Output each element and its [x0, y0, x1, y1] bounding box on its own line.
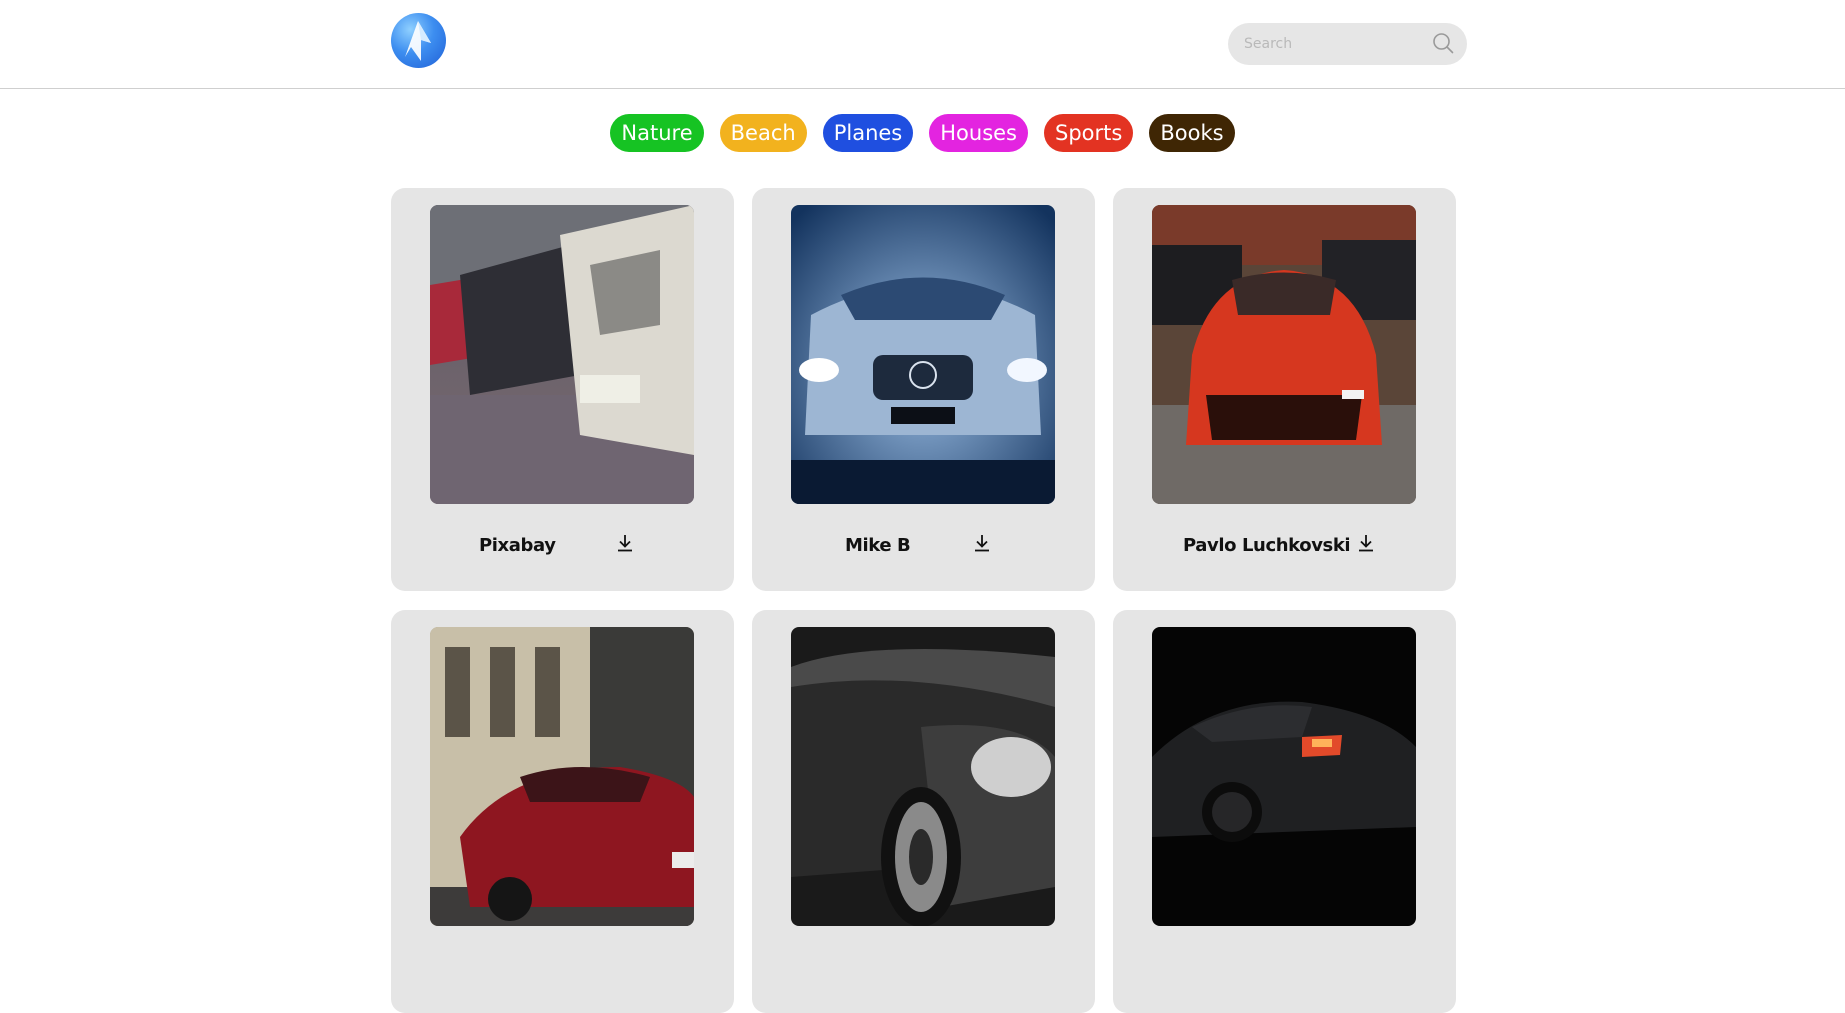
photo-image[interactable]	[430, 205, 694, 504]
photo-card: Pixabay	[391, 188, 734, 591]
category-nature[interactable]: Nature	[610, 114, 704, 152]
logo-icon[interactable]	[391, 13, 446, 68]
category-filter: Nature Beach Planes Houses Sports Books	[0, 114, 1845, 152]
download-icon[interactable]	[971, 532, 993, 554]
category-label: Sports	[1055, 121, 1123, 145]
photo-grid: Pixabay Mike B Pavlo Luchkovski	[391, 188, 1456, 1013]
photo-image[interactable]	[791, 205, 1055, 504]
download-icon[interactable]	[1355, 532, 1377, 554]
photo-image[interactable]	[791, 627, 1055, 926]
photo-card	[1113, 610, 1456, 1013]
category-sports[interactable]: Sports	[1044, 114, 1134, 152]
photo-card: Pavlo Luchkovski	[1113, 188, 1456, 591]
category-planes[interactable]: Planes	[822, 114, 914, 152]
top-bar	[0, 0, 1845, 89]
category-label: Planes	[833, 121, 903, 145]
download-icon[interactable]	[614, 532, 636, 554]
photo-author: Pixabay	[479, 535, 556, 556]
category-label: Nature	[621, 121, 693, 145]
category-label: Beach	[730, 121, 796, 145]
photo-image[interactable]	[1152, 627, 1416, 926]
photo-image[interactable]	[1152, 205, 1416, 504]
category-label: Books	[1160, 121, 1224, 145]
search-icon[interactable]	[1432, 32, 1454, 54]
search-input[interactable]	[1244, 23, 1424, 65]
photo-card	[391, 610, 734, 1013]
photo-card: Mike B	[752, 188, 1095, 591]
category-label: Houses	[940, 121, 1018, 145]
category-beach[interactable]: Beach	[719, 114, 807, 152]
photo-author: Pavlo Luchkovski	[1183, 535, 1351, 556]
photo-image[interactable]	[430, 627, 694, 926]
category-books[interactable]: Books	[1149, 114, 1235, 152]
category-houses[interactable]: Houses	[929, 114, 1029, 152]
photo-card	[752, 610, 1095, 1013]
photo-author: Mike B	[845, 535, 911, 556]
